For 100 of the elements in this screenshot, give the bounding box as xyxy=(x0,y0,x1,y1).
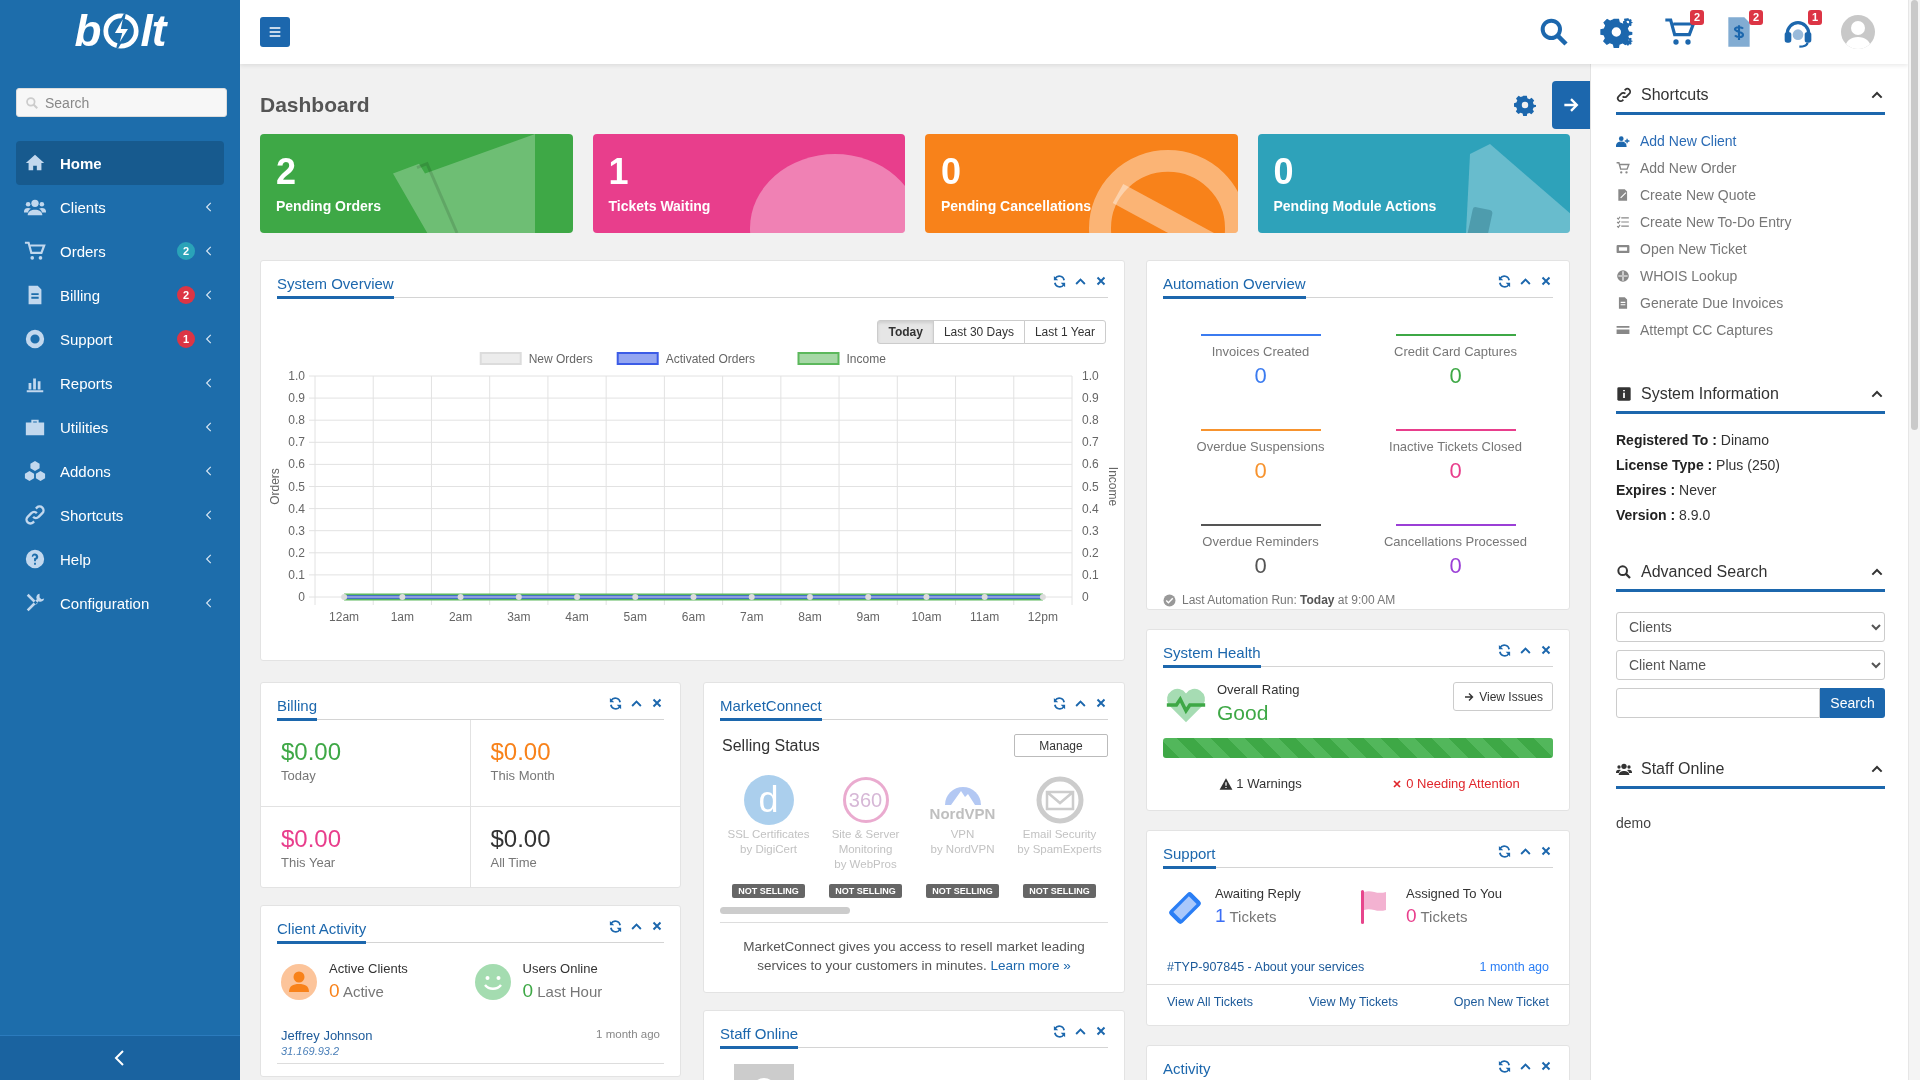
amount-label: This Month xyxy=(490,768,556,783)
description-text: MarketConnect gives you access to resell market leading services to your customers in minutes. Learn more » xyxy=(720,922,1108,975)
widget-title: Billing xyxy=(277,697,318,721)
section-title: Staff Online xyxy=(1641,760,1725,778)
stat-count: 0 xyxy=(941,154,963,190)
status-badge: NOT SELLING xyxy=(732,884,805,898)
info-row-text: Expires : Never xyxy=(1616,482,1718,498)
tick-label: 12am xyxy=(329,610,360,624)
amount: $0.00 xyxy=(281,825,343,853)
legend-label: Activated Orders xyxy=(665,352,756,366)
shortcut-label: Open New Ticket xyxy=(1640,240,1747,257)
widget-title: Automation Overview xyxy=(1163,275,1306,299)
stat-label: Overdue Reminders xyxy=(1202,534,1319,549)
widget-title: Client Activity xyxy=(277,920,367,944)
attention-text: 0 Needing Attention xyxy=(1358,776,1553,791)
unit-text: Tickets xyxy=(1420,908,1468,925)
status-badge: NOT SELLING xyxy=(926,884,999,898)
tick-label: 0 xyxy=(1082,590,1089,604)
tick-label: 5am xyxy=(623,610,647,624)
count-badge: 2 xyxy=(177,242,195,260)
tick-label: 0.8 xyxy=(1082,413,1099,428)
tick-label: 1.0 xyxy=(1082,369,1099,383)
unit-text: Active xyxy=(342,983,384,1000)
shortcut-label: Create New To-Do Entry xyxy=(1640,213,1792,230)
tick-label: 0.1 xyxy=(288,567,305,582)
tick-label: 9am xyxy=(856,610,880,624)
counter-label: Awaiting Reply xyxy=(1215,886,1301,901)
tick-label: 0.9 xyxy=(1082,391,1099,406)
tick-label: 10am xyxy=(911,610,942,624)
info-row-text: Version : 8.9.0 xyxy=(1616,507,1712,523)
legend-item: Activated Orders xyxy=(616,352,756,366)
counter-label: Users Online xyxy=(522,961,599,976)
legend-item: New Orders xyxy=(479,352,593,366)
count-badge: 2 xyxy=(1748,10,1763,25)
section-heading: Selling Status xyxy=(722,736,820,755)
stat-label: Tickets Waiting xyxy=(608,198,712,214)
count-text: 1 xyxy=(1215,905,1226,926)
amount: $0.00 xyxy=(490,738,552,766)
stat-value: 0 xyxy=(1449,458,1462,484)
count-text: 0 xyxy=(1406,905,1417,926)
status-badge: NOT SELLING xyxy=(829,884,902,898)
legend-label: New Orders xyxy=(528,352,593,366)
service-name: VPN xyxy=(950,827,975,842)
logo: NordVPN xyxy=(929,773,996,827)
widget-title: System Overview xyxy=(277,275,394,299)
widget-title: System Health xyxy=(1163,644,1261,668)
stat-value: 0 xyxy=(1254,363,1267,389)
info-row-text: License Type : Plus (250) xyxy=(1616,457,1781,473)
stat-label: Pending Cancellations xyxy=(941,198,1093,214)
tick-label: 0.4 xyxy=(1082,501,1099,516)
tick-label: 2am xyxy=(448,610,473,624)
amount-label: All Time xyxy=(490,855,538,870)
shortcut-label: Create New Quote xyxy=(1640,186,1756,203)
counter-label: Assigned To You xyxy=(1406,886,1502,901)
section-title: Advanced Search xyxy=(1641,563,1768,581)
tick-label: 0.3 xyxy=(1082,523,1099,538)
shortcut-label: Add New Order xyxy=(1640,159,1737,176)
shortcut-label: Add New Client xyxy=(1640,132,1737,149)
tick-label: 0.8 xyxy=(288,413,305,428)
count-badge: 1 xyxy=(177,330,195,348)
status-badge: NOT SELLING xyxy=(1023,884,1096,898)
stat-label: Invoices Created xyxy=(1211,344,1310,359)
unit-text: Tickets xyxy=(1229,908,1277,925)
warnings-text: 1 Warnings xyxy=(1163,776,1358,791)
tick-label: 3am xyxy=(507,610,531,624)
tick-label: 0.1 xyxy=(1082,567,1099,582)
stat-label: Pending Module Actions xyxy=(1273,198,1438,214)
staff-name: demo xyxy=(1616,815,1653,831)
stat-label: Overdue Suspensions xyxy=(1196,439,1325,454)
page-title: Dashboard xyxy=(260,93,370,117)
service-vendor: by DigiCert xyxy=(740,842,797,857)
tick-label: 0.3 xyxy=(288,523,305,538)
tick-label: 0.7 xyxy=(1082,435,1099,450)
amount: $0.00 xyxy=(281,738,343,766)
info-row-text: Registered To : Dinamo xyxy=(1616,432,1770,448)
service-name: Email Security xyxy=(1022,827,1097,842)
count-badge: 2 xyxy=(177,286,195,304)
tick-label: 11am xyxy=(970,610,1000,624)
tick-label: 1.0 xyxy=(288,369,305,383)
section-title: Shortcuts xyxy=(1641,86,1709,104)
tick-label: 0.5 xyxy=(288,479,305,494)
tick-label: 6am xyxy=(681,610,706,624)
tick-label: 0.6 xyxy=(288,457,305,472)
stat-count: 2 xyxy=(276,154,298,190)
shortcut-label: Generate Due Invoices xyxy=(1640,294,1784,311)
ticket-time: 1 month ago xyxy=(1479,960,1549,974)
tick-label: 12pm xyxy=(1027,610,1058,624)
tick-label: 0.9 xyxy=(288,391,305,406)
unit-text: Last Hour xyxy=(537,983,603,1000)
count-text: 0 xyxy=(522,980,534,1001)
axis-title: Income xyxy=(1106,466,1120,507)
amount-label: Today xyxy=(281,768,317,783)
stat-label: Cancellations Processed xyxy=(1383,534,1528,549)
service-name: SSL Certificates xyxy=(727,827,810,842)
stat-label: Inactive Tickets Closed xyxy=(1389,439,1522,454)
counter-label: Active Clients xyxy=(329,961,408,976)
service-vendor: by WebPros xyxy=(834,857,897,872)
tick-label: 1am xyxy=(390,610,414,624)
section-title: System Information xyxy=(1641,385,1779,403)
legend-item: Income xyxy=(797,352,886,366)
